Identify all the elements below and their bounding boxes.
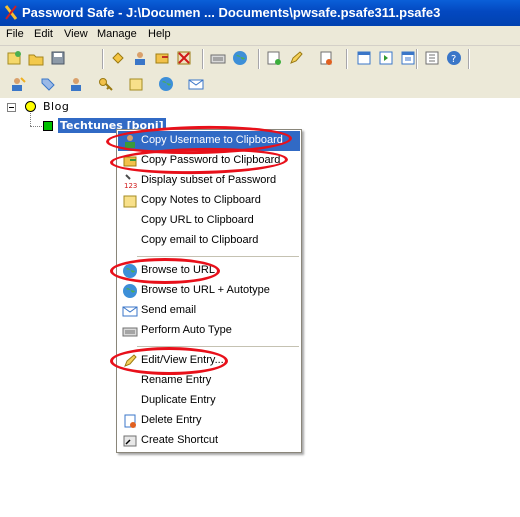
context-menu: Copy Username to Clipboard Copy Password… bbox=[116, 129, 302, 453]
browse-url-icon bbox=[122, 263, 138, 279]
menu-separator bbox=[137, 346, 299, 347]
menu-help[interactable]: Help bbox=[148, 28, 171, 40]
menu-browse-url[interactable]: Browse to URL bbox=[118, 261, 300, 281]
copy-username-icon[interactable] bbox=[132, 50, 148, 66]
delete-entry-icon[interactable] bbox=[176, 50, 192, 66]
main-toolbar: ? bbox=[0, 46, 520, 73]
menu-label: Browse to URL bbox=[141, 264, 215, 276]
menu-label: Create Shortcut bbox=[141, 434, 219, 446]
menu-view[interactable]: View bbox=[64, 28, 88, 40]
open-db-icon[interactable] bbox=[28, 50, 44, 66]
menu-copy-url[interactable]: Copy URL to Clipboard bbox=[118, 211, 300, 231]
menu-create-shortcut[interactable]: Create Shortcut bbox=[118, 431, 300, 451]
menu-file[interactable]: File bbox=[6, 28, 24, 40]
menu-label: Delete Entry bbox=[141, 414, 202, 426]
menu-label: Copy Password to Clipboard bbox=[141, 154, 281, 166]
tag-icon[interactable] bbox=[40, 76, 56, 92]
add-entry-icon[interactable] bbox=[110, 50, 126, 66]
menu-label: Duplicate Entry bbox=[141, 394, 216, 406]
menu-browse-autotype[interactable]: Browse to URL + Autotype bbox=[118, 281, 300, 301]
svg-text:?: ? bbox=[451, 54, 456, 65]
menu-label: Copy Notes to Clipboard bbox=[141, 194, 261, 206]
menu-label: Perform Auto Type bbox=[141, 324, 232, 336]
menu-rename-entry[interactable]: Rename Entry bbox=[118, 371, 300, 391]
secondary-toolbar bbox=[0, 72, 520, 98]
menu-separator bbox=[137, 256, 299, 257]
autotype-icon bbox=[122, 323, 138, 339]
tree-connector bbox=[30, 126, 42, 127]
user-icon[interactable] bbox=[68, 76, 84, 92]
expand-all-icon[interactable] bbox=[356, 50, 372, 66]
browse-autotype-icon bbox=[122, 283, 138, 299]
menu-label: Copy email to Clipboard bbox=[141, 234, 259, 246]
copy-password-icon bbox=[122, 153, 138, 169]
entry-status-icon bbox=[43, 121, 53, 131]
group-folder-icon bbox=[25, 101, 36, 112]
delete-entry-icon bbox=[122, 413, 138, 429]
sep-1 bbox=[78, 50, 94, 66]
browse-url-icon[interactable] bbox=[232, 50, 248, 66]
menu-delete-entry[interactable]: Delete Entry bbox=[118, 411, 300, 431]
shortcut-icon bbox=[122, 433, 138, 449]
email-icon[interactable] bbox=[188, 76, 204, 92]
copy-user-icon[interactable] bbox=[10, 76, 26, 92]
copy-username-icon bbox=[122, 133, 138, 149]
add-group-icon[interactable] bbox=[266, 50, 282, 66]
menu-label: Browse to URL + Autotype bbox=[141, 284, 270, 296]
menu-edit-entry[interactable]: Edit/View Entry... bbox=[118, 351, 300, 371]
tree-group-label[interactable]: Blog bbox=[43, 100, 69, 113]
password-subset-icon: 123 bbox=[122, 173, 138, 190]
copy-notes-icon bbox=[122, 193, 138, 209]
menu-copy-username[interactable]: Copy Username to Clipboard bbox=[118, 131, 300, 151]
help-icon[interactable]: ? bbox=[446, 50, 462, 66]
menu-edit[interactable]: Edit bbox=[34, 28, 53, 40]
menu-auto-type[interactable]: Perform Auto Type bbox=[118, 321, 300, 341]
options-icon[interactable] bbox=[400, 50, 416, 66]
window-title: Password Safe - J:\Documen ... Documents… bbox=[22, 5, 441, 20]
menu-display-subset[interactable]: 123 Display subset of Password bbox=[118, 171, 300, 191]
doc-view-icon[interactable] bbox=[318, 50, 334, 66]
menu-label: Edit/View Entry... bbox=[141, 354, 224, 366]
menu-manage[interactable]: Manage bbox=[97, 28, 137, 40]
tree-connector bbox=[30, 113, 31, 126]
globe-icon[interactable] bbox=[158, 76, 174, 92]
menu-copy-notes[interactable]: Copy Notes to Clipboard bbox=[118, 191, 300, 211]
menu-bar: File Edit View Manage Help bbox=[0, 26, 520, 46]
menu-label: Copy Username to Clipboard bbox=[141, 134, 283, 146]
svg-text:123: 123 bbox=[124, 182, 137, 189]
menu-duplicate-entry[interactable]: Duplicate Entry bbox=[118, 391, 300, 411]
new-db-icon[interactable] bbox=[6, 50, 22, 66]
toolbar-icon[interactable] bbox=[424, 50, 440, 66]
send-email-icon bbox=[122, 303, 138, 319]
edit-entry-icon bbox=[122, 353, 138, 369]
collapse-all-icon[interactable] bbox=[378, 50, 394, 66]
key-icon[interactable] bbox=[98, 76, 114, 92]
menu-label: Send email bbox=[141, 304, 197, 316]
menu-copy-password[interactable]: Copy Password to Clipboard bbox=[118, 151, 300, 171]
autotype-icon[interactable] bbox=[210, 50, 226, 66]
save-db-icon[interactable] bbox=[50, 50, 66, 66]
menu-label: Display subset of Password bbox=[141, 174, 277, 186]
password-safe-app-icon bbox=[4, 5, 18, 21]
edit-entry-icon[interactable] bbox=[288, 50, 304, 66]
collapse-toggle-icon[interactable] bbox=[7, 103, 16, 112]
menu-send-email[interactable]: Send email bbox=[118, 301, 300, 321]
menu-label: Rename Entry bbox=[141, 374, 212, 386]
title-bar: Password Safe - J:\Documen ... Documents… bbox=[0, 0, 520, 26]
notes-icon[interactable] bbox=[128, 76, 144, 92]
copy-password-icon[interactable] bbox=[154, 50, 170, 66]
menu-label: Copy URL to Clipboard bbox=[141, 214, 254, 226]
menu-copy-email[interactable]: Copy email to Clipboard bbox=[118, 231, 300, 251]
